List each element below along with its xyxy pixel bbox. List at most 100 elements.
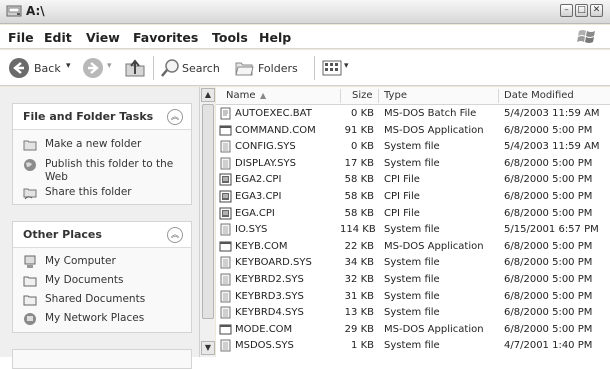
new-folder-icon — [23, 140, 37, 151]
system-file-icon — [220, 223, 231, 236]
collapse-chevron-icon[interactable]: ︽ — [167, 227, 183, 243]
folders-button[interactable]: Folders — [232, 54, 310, 82]
views-button[interactable]: ▾ — [320, 54, 356, 82]
menu-view[interactable]: View — [86, 30, 120, 45]
menu-help[interactable]: Help — [259, 30, 291, 45]
file-type: MS-DOS Application — [384, 240, 484, 252]
file-row[interactable]: KEYBOARD.SYS 34 KB System file 6/8/2000 5:0… — [216, 255, 610, 271]
file-name: KEYBRD2.SYS — [235, 274, 304, 285]
column-date-modified[interactable]: Date Modified — [504, 90, 574, 101]
file-name: DISPLAY.SYS — [235, 157, 296, 169]
file-date: 5/4/2003 11:59 AM — [504, 141, 600, 153]
scroll-down-arrow-icon[interactable]: ▼ — [201, 341, 215, 355]
file-name: IO.SYS — [235, 224, 268, 236]
file-name: KEYBRD4.SYS — [235, 307, 304, 319]
column-divider[interactable] — [498, 89, 499, 103]
file-row[interactable]: DISPLAY.SYS 17 KB System file 6/8/2000 5:00… — [216, 156, 610, 172]
application-icon — [219, 241, 232, 252]
column-size[interactable]: Size — [352, 90, 373, 101]
application-icon — [219, 125, 232, 136]
file-row[interactable]: KEYBRD2.SYS 32 KB System file 6/8/2000 5:00… — [216, 272, 610, 288]
file-size: 114 KB — [340, 224, 376, 236]
menu-tools[interactable]: Tools — [212, 30, 248, 45]
system-file-icon — [220, 157, 231, 170]
file-date: 6/8/2000 5:00 PM — [504, 290, 593, 302]
file-size: 13 KB — [344, 307, 374, 319]
column-name[interactable]: Name — [226, 90, 256, 101]
maximize-button[interactable]: □ — [575, 4, 588, 17]
file-row[interactable]: COMMAND.COM 91 KB MS-DOS Application 6/8/20… — [216, 123, 610, 139]
scroll-thumb[interactable] — [202, 104, 214, 319]
search-icon — [161, 59, 179, 77]
file-type: System file — [384, 224, 440, 236]
file-type: System file — [384, 257, 440, 269]
task-link-label: Publish this folder to the Web — [45, 158, 174, 183]
file-row[interactable]: AUTOEXEC.BAT 0 KB MS-DOS Batch File 5/4/200… — [216, 106, 610, 122]
file-size: 34 KB — [344, 257, 374, 269]
file-size: 22 KB — [344, 240, 374, 252]
file-date: 5/4/2003 11:59 AM — [504, 108, 600, 119]
back-dropdown-icon[interactable]: ▾ — [66, 61, 71, 71]
file-size: 17 KB — [344, 157, 374, 169]
file-row[interactable]: IO.SYS 114 KB System file 5/15/2001 6:57 PM — [216, 222, 610, 238]
scroll-up-arrow-icon[interactable]: ▲ — [201, 88, 215, 102]
cpi-file-icon — [219, 173, 232, 186]
file-date: 6/8/2000 5:00 PM — [504, 124, 593, 136]
file-type: CPI File — [384, 207, 420, 219]
share-folder-icon — [23, 188, 37, 200]
collapse-chevron-icon[interactable]: ︽ — [167, 109, 183, 125]
minimize-button[interactable]: – — [560, 4, 573, 17]
file-folder-tasks-heading: File and Folder Tasks — [23, 110, 154, 123]
sort-ascending-icon: ▲ — [260, 91, 267, 100]
file-row[interactable]: MODE.COM 29 KB MS-DOS Application 6/8/2000 … — [216, 322, 610, 338]
file-folder-tasks-header[interactable]: File and Folder Tasks ︽ — [13, 104, 191, 130]
file-size: 1 KB — [351, 340, 374, 352]
menu-favorites[interactable]: Favorites — [133, 30, 198, 45]
file-row[interactable]: KEYBRD3.SYS 31 KB System file 6/8/2000 5:00… — [216, 289, 610, 305]
column-divider[interactable] — [378, 89, 379, 103]
forward-button[interactable]: ▾ — [80, 54, 116, 82]
forward-dropdown-icon[interactable]: ▾ — [107, 61, 112, 71]
file-row[interactable]: KEYB.COM 22 KB MS-DOS Application 6/8/2000 … — [216, 239, 610, 255]
file-row[interactable]: EGA2.CPI 58 KB CPI File 6/8/2000 5:00 PM — [216, 172, 610, 188]
file-name: AUTOEXEC.BAT — [235, 108, 312, 119]
system-file-icon — [220, 339, 231, 352]
file-list: Name ▲ Size Type Date Modified AUTOEXEC.… — [216, 87, 610, 357]
menu-edit[interactable]: Edit — [44, 30, 72, 45]
file-date: 6/8/2000 5:00 PM — [504, 207, 593, 219]
file-row[interactable]: EGA.CPI 58 KB CPI File 6/8/2000 5:00 PM — [216, 206, 610, 222]
file-row[interactable]: MSDOS.SYS 1 KB System file 4/7/2001 1:40 PM — [216, 338, 610, 354]
system-file-icon — [220, 273, 231, 286]
up-folder-icon[interactable] — [124, 58, 146, 78]
folders-icon — [235, 62, 254, 76]
file-date: 6/8/2000 5:00 PM — [504, 257, 593, 269]
close-button[interactable]: ✕ — [590, 4, 603, 17]
application-icon — [219, 324, 232, 335]
menu-bar: File Edit View Favorites Tools Help — [0, 25, 610, 49]
back-label: Back — [34, 62, 61, 75]
back-button[interactable]: Back ▾ — [6, 54, 78, 82]
file-date: 6/8/2000 5:00 PM — [504, 174, 593, 186]
file-size: 0 KB — [351, 141, 374, 153]
file-row[interactable]: EGA3.CPI 58 KB CPI File 6/8/2000 5:00 PM — [216, 189, 610, 205]
menu-file[interactable]: File — [8, 30, 34, 45]
task-pane-scrollbar[interactable]: ▲ ▼ — [199, 87, 215, 357]
other-places-box: Other Places ︽ My Computer My Documents … — [12, 221, 192, 333]
batch-file-icon — [220, 107, 231, 120]
file-name: KEYBOARD.SYS — [235, 257, 312, 269]
title-bar[interactable]: A:\ – □ ✕ — [0, 0, 610, 24]
file-date: 6/8/2000 5:00 PM — [504, 240, 593, 252]
file-folder-tasks-box: File and Folder Tasks ︽ Make a new folde… — [12, 103, 192, 205]
column-type[interactable]: Type — [384, 90, 407, 101]
file-type: MS-DOS Application — [384, 124, 484, 136]
file-row[interactable]: CONFIG.SYS 0 KB System file 5/4/2003 11:59 … — [216, 139, 610, 155]
globe-icon — [24, 159, 36, 171]
file-row[interactable]: KEYBRD4.SYS 13 KB System file 6/8/2000 5:00… — [216, 305, 610, 321]
other-places-heading: Other Places — [23, 228, 102, 241]
file-name: MSDOS.SYS — [235, 340, 294, 352]
search-button[interactable]: Search — [158, 54, 228, 82]
column-divider[interactable] — [340, 89, 341, 103]
system-file-icon — [220, 306, 231, 319]
other-places-header[interactable]: Other Places ︽ — [13, 222, 191, 248]
views-icon — [322, 60, 342, 76]
